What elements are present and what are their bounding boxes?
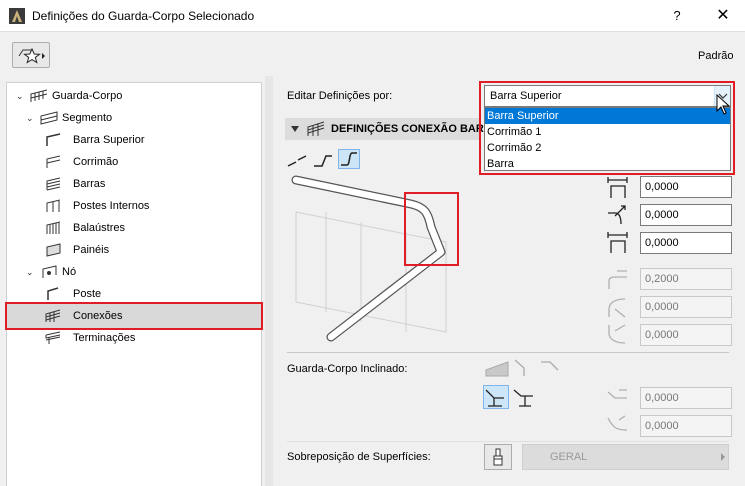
handrail-icon bbox=[46, 155, 61, 168]
inclined-step-a-icon bbox=[485, 389, 504, 407]
connection-curved-button[interactable] bbox=[338, 149, 360, 169]
tree-item-label: Corrimão bbox=[73, 156, 119, 168]
tree-item-label: Barras bbox=[73, 178, 106, 190]
connection-curved-icon bbox=[341, 152, 357, 166]
tree-item-label: Segmento bbox=[62, 112, 113, 124]
tree-item-label: Poste bbox=[73, 288, 102, 300]
tree-item-label: Guarda-Corpo bbox=[52, 90, 123, 102]
close-button[interactable]: ✕ bbox=[706, 4, 740, 28]
window-title: Definições do Guarda-Corpo Selecionado bbox=[32, 9, 255, 23]
post-icon bbox=[47, 287, 59, 300]
mouse-cursor-icon bbox=[716, 94, 731, 115]
horizontal-offset-icon bbox=[607, 177, 628, 198]
radius-field[interactable]: 0,0000 bbox=[640, 204, 732, 226]
rails-icon bbox=[46, 177, 61, 191]
panels-icon bbox=[46, 243, 61, 257]
tree-item-label: Nó bbox=[62, 266, 77, 278]
paint-brush-icon bbox=[493, 448, 503, 466]
tree-item-label: Balaústres bbox=[73, 222, 125, 234]
slope-radius-icon bbox=[607, 415, 628, 431]
extension-field[interactable]: 0,2000 bbox=[640, 268, 732, 290]
inclined-step-b-icon[interactable] bbox=[511, 386, 537, 410]
separator bbox=[287, 441, 729, 442]
edit-by-label: Editar Definições por: bbox=[287, 90, 393, 102]
expander-icon[interactable]: ⌄ bbox=[26, 107, 36, 129]
slope-radius-field[interactable]: 0,0000 bbox=[640, 415, 732, 437]
chevron-right-icon bbox=[721, 453, 725, 461]
surface-override-label: Sobreposição de Superfícies: bbox=[287, 451, 431, 463]
slope-offset-field[interactable]: 0,0000 bbox=[640, 387, 732, 409]
tree-item-label: Postes Internos bbox=[73, 200, 150, 212]
tree-item-label: Painéis bbox=[73, 244, 110, 256]
help-button[interactable]: ? bbox=[660, 4, 694, 28]
connections-icon bbox=[307, 121, 325, 136]
surface-select[interactable]: GERAL bbox=[522, 444, 729, 470]
balusters-icon bbox=[46, 221, 61, 234]
panel-splitter[interactable] bbox=[265, 76, 273, 486]
tree-item-label: Barra Superior bbox=[73, 134, 145, 146]
slope-offset-icon bbox=[607, 389, 627, 399]
tree-item-label: Conexões bbox=[73, 310, 123, 322]
connection-straight-icon[interactable] bbox=[286, 150, 308, 170]
inclined-mode-b-icon[interactable] bbox=[512, 356, 538, 380]
highlight-frame-connection bbox=[404, 192, 459, 266]
expander-icon[interactable]: ⌄ bbox=[26, 261, 36, 283]
offset-field-1[interactable]: 0,0000 bbox=[640, 176, 732, 198]
separator bbox=[287, 352, 729, 353]
preset-label: Padrão bbox=[698, 50, 734, 62]
inclined-railing-label: Guarda-Corpo Inclinado: bbox=[287, 363, 408, 375]
node-icon bbox=[42, 265, 57, 278]
expander-icon[interactable]: ⌄ bbox=[16, 85, 26, 107]
inner-posts-icon bbox=[46, 199, 61, 212]
section-title: DEFINIÇÕES CONEXÃO BARRA bbox=[331, 123, 500, 135]
connection-angled-icon[interactable] bbox=[312, 150, 334, 170]
collapse-triangle-icon[interactable] bbox=[290, 125, 300, 133]
segment-icon bbox=[40, 111, 58, 125]
tree-item-label: Terminações bbox=[73, 332, 136, 344]
extension-icon bbox=[608, 270, 627, 289]
favorites-star-icon bbox=[18, 47, 45, 64]
radius-icon bbox=[608, 205, 626, 225]
endings-icon bbox=[45, 331, 61, 344]
bend-radius-icon bbox=[608, 298, 626, 318]
inclined-step-a-button[interactable] bbox=[483, 385, 509, 409]
inclined-mode-c-icon[interactable] bbox=[538, 356, 564, 380]
top-rail-icon bbox=[46, 133, 61, 146]
railing-icon bbox=[30, 89, 48, 102]
favorites-button[interactable] bbox=[12, 42, 50, 68]
inclined-mode-a-icon[interactable] bbox=[484, 356, 510, 380]
archicad-app-icon bbox=[9, 8, 25, 24]
vertical-offset-icon bbox=[607, 232, 628, 253]
bend-radius-field[interactable]: 0,0000 bbox=[640, 296, 732, 318]
lower-bend-field[interactable]: 0,0000 bbox=[640, 324, 732, 346]
connections-icon bbox=[45, 309, 61, 322]
highlight-frame-dropdown bbox=[479, 81, 735, 175]
surface-override-button[interactable] bbox=[484, 444, 512, 470]
offset-field-2[interactable]: 0,0000 bbox=[640, 232, 732, 254]
lower-bend-icon bbox=[608, 324, 626, 344]
